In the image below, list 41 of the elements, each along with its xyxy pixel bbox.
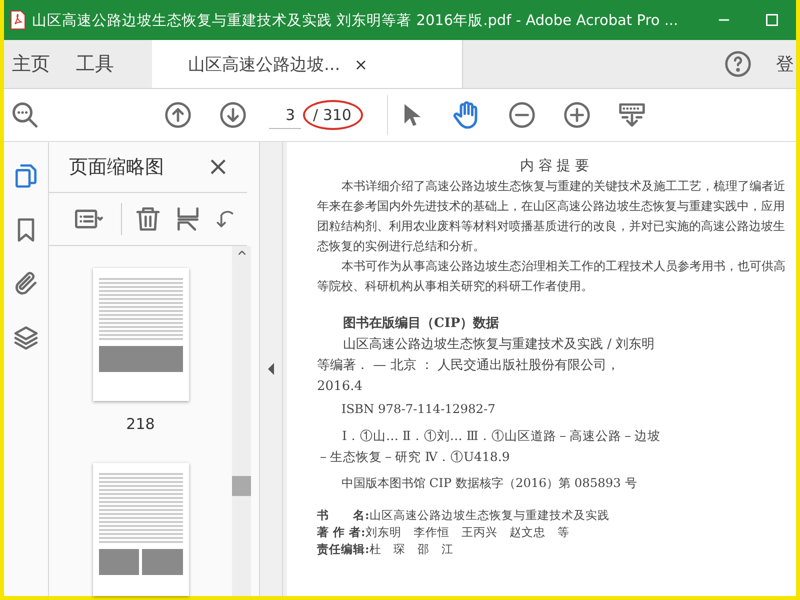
- document-tab[interactable]: 山区高速公路边坡... ×: [152, 40, 462, 88]
- maximize-button[interactable]: [763, 11, 781, 29]
- credit-label: 责任编辑:: [317, 541, 370, 558]
- cip-number: 中国版本图书馆 CIP 数据核字（2016）第 085893 号: [340, 475, 638, 492]
- keyboard-download-icon[interactable]: [618, 101, 646, 129]
- scrollbar-thumb[interactable]: [232, 476, 251, 496]
- sign-in-link[interactable]: 登: [776, 52, 794, 76]
- trash-icon[interactable]: [134, 205, 162, 233]
- page-number-label: 218: [126, 415, 155, 433]
- nav-tab[interactable]: 主页: [4, 40, 68, 88]
- close-tab-button[interactable]: ×: [354, 54, 368, 74]
- page-heading: 内 容 提 要: [518, 157, 590, 176]
- page-count: / 310: [303, 100, 364, 130]
- zoom-out-icon[interactable]: [508, 101, 536, 129]
- collapse-arrow-icon[interactable]: [266, 362, 276, 376]
- help-icon[interactable]: [724, 50, 752, 78]
- classification-text: Ⅰ．①山… Ⅱ．①刘… Ⅲ．①山区道路－高速公路－边坡－生态恢复－研究 Ⅳ．①U418.9: [317, 427, 662, 466]
- scrollbar[interactable]: [232, 246, 251, 596]
- page-number-field[interactable]: 3: [269, 102, 301, 128]
- pdf-file-icon: [10, 10, 26, 30]
- page-thumbnail[interactable]: [92, 268, 188, 401]
- credit-label: 著 作 者:: [317, 524, 366, 541]
- zoom-in-icon[interactable]: [563, 101, 592, 129]
- credit-label: 书 名:: [317, 507, 370, 524]
- cip-entry: 山区高速公路边坡生态恢复与重建技术及实践 / 刘东明等编著． — 北京 ： 人民交通出版社股份有限公司， 2016.4: [317, 336, 656, 396]
- page-thumbnail[interactable]: [92, 463, 188, 596]
- body-paragraph: 本书详细介绍了高速公路边坡生态恢复与重建的关键技术及施工工艺，梳理了编者近年来在参考国内外先进技术的基础上，在山区高速公路边坡生态恢复与重建实践中，应用团粒结构剂、利用农业废料等材料对喷播基质进行的改良，并对已实施的高速公路边坡生态恢复的实例进行总结和分析。: [317, 178, 786, 255]
- previous-page-button[interactable]: [164, 101, 192, 129]
- credit-value: 山区高速公路边坡生态恢复与重建技术及实践: [369, 507, 610, 524]
- credit-value: 杜 琛 邵 江: [369, 541, 454, 558]
- search-icon[interactable]: [10, 100, 40, 130]
- body-paragraph: 本书可作为从事高速公路边坡生态治理相关工作的工程技术人员参考用书，也可供高等院校、科研机构从事相关研究的科研工作者使用。: [317, 258, 786, 295]
- cip-heading: 图书在版编目（CIP）数据: [342, 314, 500, 333]
- nav-tab[interactable]: 工具: [68, 40, 132, 88]
- layers-icon[interactable]: [12, 324, 40, 352]
- panel-title: 页面缩略图: [69, 155, 164, 180]
- next-page-button[interactable]: [219, 101, 247, 129]
- credit-value: 刘东明 李作恒 王丙兴 赵文忠 等: [365, 524, 570, 541]
- window-title: 山区高速公路边坡生态恢复与重建技术及实践 刘东明等著 2016年版.pdf - Adobe Acrobat Pro ...: [32, 12, 680, 30]
- close-panel-button[interactable]: ×: [207, 154, 229, 180]
- isbn-text: ISBN 978-7-114-12982-7: [340, 401, 496, 418]
